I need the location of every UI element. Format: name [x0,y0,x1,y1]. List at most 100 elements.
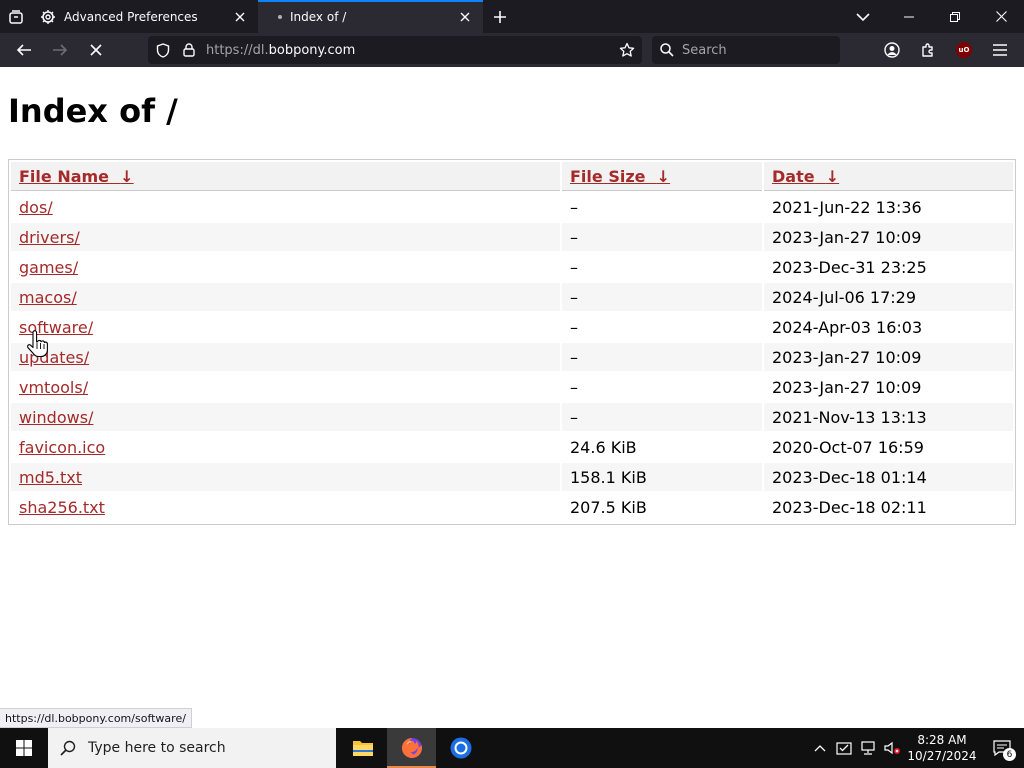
cell-name: windows/ [11,403,560,431]
page-title: Index of / [8,92,178,130]
close-icon[interactable] [457,9,473,25]
table-header-row: File Name ↓ File Size ↓ Date ↓ [11,162,1013,191]
back-button[interactable] [6,33,42,67]
lock-icon[interactable] [176,43,202,57]
bookmark-star-icon[interactable] [614,42,640,58]
close-icon[interactable] [232,9,248,25]
restore-button[interactable] [932,0,978,33]
cell-date: 2023-Dec-18 01:14 [764,463,1013,491]
sort-arrow-icon: ↓ [656,166,671,186]
account-button[interactable] [874,33,910,67]
sort-arrow-icon: ↓ [120,166,134,186]
cell-name: macos/ [11,283,560,311]
new-tab-button[interactable] [483,0,517,33]
address-bar[interactable]: https://dl.bobpony.com [148,36,642,64]
puzzle-icon [922,43,933,57]
url-prefix: https://dl. [206,42,269,58]
cell-date: 2020-Oct-07 16:59 [764,433,1013,461]
ublock-shield-icon: uO [956,42,972,58]
taskbar-search-placeholder: Type here to search [88,740,226,756]
tray-security-icon[interactable] [832,728,856,768]
taskbar-file-explorer[interactable] [338,728,387,768]
table-row: drivers/ – 2023-Jan-27 10:09 [11,223,1013,251]
restore-icon [950,11,960,22]
minimize-button[interactable] [886,0,932,33]
extensions-button[interactable] [910,33,946,67]
cell-size: – [562,343,762,371]
chevron-up-icon [814,745,826,752]
file-link-macos[interactable]: macos/ [19,288,77,307]
cell-date: 2023-Dec-18 02:11 [764,493,1013,521]
cell-size: – [562,283,762,311]
file-link-drivers[interactable]: drivers/ [19,228,80,247]
cell-name: favicon.ico [11,433,560,461]
chevron-down-icon [856,12,870,21]
speaker-muted-icon [884,741,900,755]
tab-title: Advanced Preferences [64,9,198,24]
cell-name: software/ [11,313,560,341]
cell-date: 2023-Jan-27 10:09 [764,223,1013,251]
cell-date: 2024-Apr-03 16:03 [764,313,1013,341]
file-link-vmtools[interactable]: vmtools/ [19,378,88,397]
menu-button[interactable] [982,33,1018,67]
taskbar-search-box[interactable]: Type here to search [48,728,336,768]
action-center-button[interactable]: 6 [980,728,1024,768]
stop-button[interactable] [78,33,114,67]
table-row: windows/ – 2021-Nov-13 13:13 [11,403,1013,431]
file-link-dos[interactable]: dos/ [19,198,53,217]
tab-advanced-preferences[interactable]: Advanced Preferences [32,0,258,33]
network-icon [861,741,875,755]
list-all-tabs-button[interactable] [840,0,886,33]
file-link-sha256[interactable]: sha256.txt [19,498,105,517]
tab-title: Index of / [290,9,347,24]
windows-logo-icon [16,740,32,756]
firefox-icon [401,737,422,758]
shield-icon[interactable] [150,42,176,58]
cell-name: drivers/ [11,223,560,251]
cell-size: 24.6 KiB [562,433,762,461]
file-listing: File Name ↓ File Size ↓ Date ↓ dos/ – 20… [8,159,1016,525]
search-icon [48,740,88,756]
table-row: md5.txt 158.1 KiB 2023-Dec-18 01:14 [11,463,1013,491]
sort-arrow-icon: ↓ [825,166,840,186]
sort-by-name-link[interactable]: File Name ↓ [19,167,134,186]
minimize-icon [904,16,914,17]
cell-date: 2023-Dec-31 23:25 [764,253,1013,281]
firefox-view-button[interactable] [0,0,32,33]
search-icon [652,43,682,57]
clock-time: 8:28 AM [917,733,967,747]
tab-index-of[interactable]: Index of / [258,0,483,33]
column-header-file-size: File Size ↓ [562,162,762,191]
clock-date: 10/27/2024 [907,749,977,763]
taskbar-chrome[interactable] [436,728,485,768]
chrome-icon [450,737,471,759]
cell-date: 2024-Jul-06 17:29 [764,283,1013,311]
cell-size: – [562,193,762,221]
file-link-favicon[interactable]: favicon.ico [19,438,105,457]
file-link-md5[interactable]: md5.txt [19,468,82,487]
cell-size: 207.5 KiB [562,493,762,521]
file-table: File Name ↓ File Size ↓ Date ↓ dos/ – 20… [9,160,1015,523]
close-window-button[interactable] [978,0,1024,33]
file-link-games[interactable]: games/ [19,258,78,277]
url-text[interactable]: https://dl.bobpony.com [206,43,614,58]
ublock-origin-button[interactable]: uO [946,33,982,67]
tray-network-icon[interactable] [856,728,880,768]
plus-icon [494,10,506,23]
file-link-windows[interactable]: windows/ [19,408,93,427]
table-row: software/ – 2024-Apr-03 16:03 [11,313,1013,341]
shield-check-icon [836,742,852,755]
show-hidden-icons-button[interactable] [808,728,832,768]
taskbar-clock[interactable]: 8:28 AM 10/27/2024 [904,732,980,764]
tray-volume-icon[interactable] [880,728,904,768]
start-button[interactable] [0,728,48,768]
forward-button[interactable] [42,33,78,67]
taskbar-firefox[interactable] [387,728,436,768]
cell-date: 2023-Jan-27 10:09 [764,373,1013,401]
search-bar[interactable]: Search [652,36,840,64]
sort-by-size-link[interactable]: File Size ↓ [570,167,670,186]
sort-by-date-link[interactable]: Date ↓ [772,167,839,186]
cell-size: – [562,223,762,251]
navigation-toolbar: https://dl.bobpony.com Search uO [0,33,1024,67]
cell-date: 2021-Jun-22 13:36 [764,193,1013,221]
